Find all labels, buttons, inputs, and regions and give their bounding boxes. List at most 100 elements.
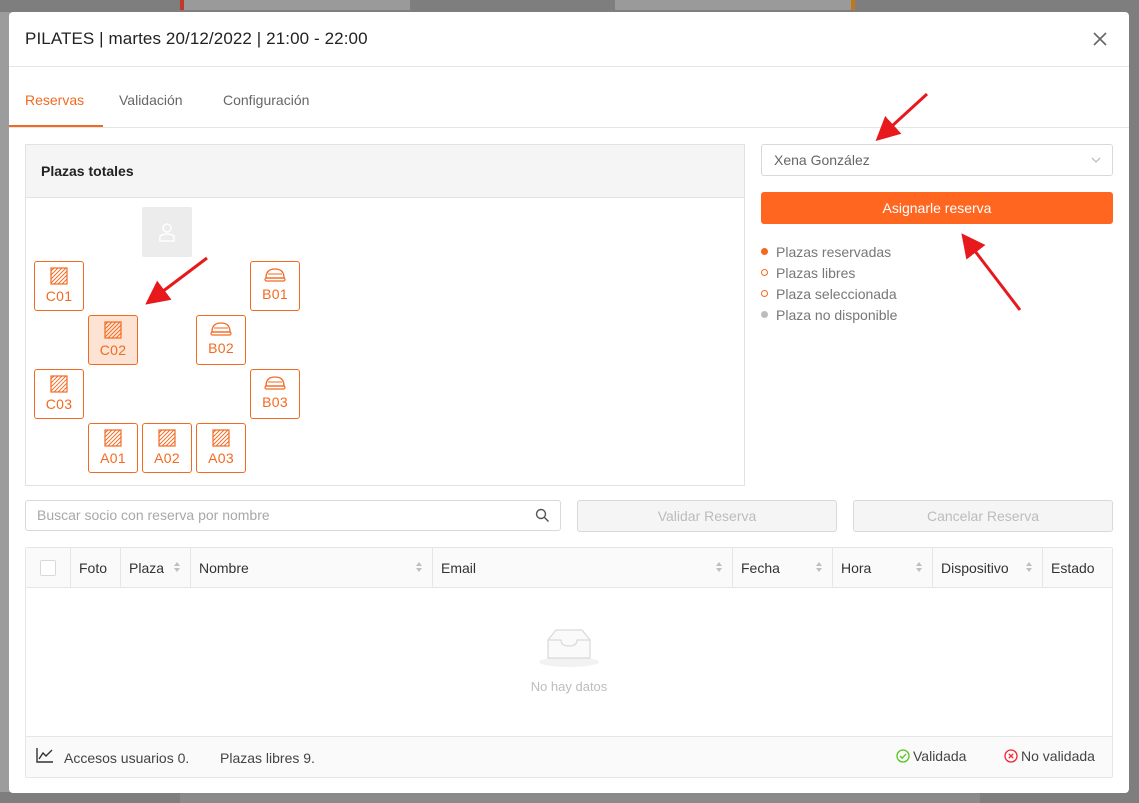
legend-label: Plaza seleccionada <box>776 285 897 302</box>
column-foto: Foto <box>71 548 121 588</box>
background-footer <box>180 793 980 803</box>
column-fecha[interactable]: Fecha <box>733 548 833 588</box>
legend-label: Plazas reservadas <box>776 243 892 260</box>
bosu-icon <box>264 376 286 390</box>
seat-c02[interactable]: C02 <box>88 315 138 365</box>
session-modal: PILATES | martes 20/12/2022 | 21:00 - 22… <box>9 12 1129 793</box>
seat-label: A01 <box>100 450 126 466</box>
legend-item-selected: Plaza seleccionada <box>761 283 897 304</box>
reservations-table: Foto Plaza Nombre Email Fecha Hora Dispo… <box>25 547 1113 778</box>
mat-icon <box>158 429 176 447</box>
sort-icon[interactable] <box>1025 561 1033 573</box>
sort-icon[interactable] <box>815 561 823 573</box>
column-label: Dispositivo <box>941 560 1009 576</box>
not-validated-label: No validada <box>1021 748 1095 764</box>
seat-map-panel: Plazas totales C01 C02 C03 B01 B02 B03 A… <box>25 144 745 486</box>
check-circle-icon <box>896 749 910 763</box>
seat-b03[interactable]: B03 <box>250 369 300 419</box>
close-button[interactable] <box>1089 28 1111 50</box>
seat-a02[interactable]: A02 <box>142 423 192 473</box>
close-icon <box>1093 32 1107 46</box>
seat-legend: Plazas reservadas Plazas libres Plaza se… <box>761 241 897 325</box>
column-label: Nombre <box>199 560 249 576</box>
seat-label: B01 <box>262 286 288 302</box>
tab-validacion[interactable]: Validación <box>119 92 183 108</box>
chart-icon <box>36 748 53 763</box>
legend-dot-icon <box>761 269 768 276</box>
column-nombre[interactable]: Nombre <box>191 548 433 588</box>
validated-legend: Validada <box>896 748 966 764</box>
search-icon[interactable] <box>535 508 550 523</box>
active-tab-indicator <box>9 125 103 127</box>
legend-item-free: Plazas libres <box>761 262 897 283</box>
seat-c01[interactable]: C01 <box>34 261 84 311</box>
column-label: Email <box>441 560 477 576</box>
tab-configuracion[interactable]: Configuración <box>223 92 309 108</box>
legend-dot-icon <box>761 311 768 318</box>
seat-label: B03 <box>262 394 288 410</box>
background-card <box>615 0 855 10</box>
select-all-cell <box>26 548 71 588</box>
seat-panel-title: Plazas totales <box>26 145 744 198</box>
seat-label: C01 <box>45 288 73 304</box>
bosu-icon <box>264 268 286 282</box>
legend-label: Plaza no disponible <box>776 306 898 323</box>
sort-icon[interactable] <box>173 561 181 573</box>
instructor-icon <box>159 223 175 242</box>
member-search-input[interactable] <box>37 507 517 523</box>
bosu-icon <box>210 322 232 336</box>
validated-label: Validada <box>913 748 967 764</box>
instructor-spot <box>142 207 192 257</box>
chevron-down-icon <box>1091 157 1101 163</box>
mat-icon <box>212 429 230 447</box>
sort-icon[interactable] <box>415 561 423 573</box>
column-label: Hora <box>841 560 872 576</box>
empty-text: No hay datos <box>530 679 608 694</box>
seat-label: B02 <box>208 340 234 356</box>
member-select-value: Xena González <box>774 152 870 168</box>
table-header: Foto Plaza Nombre Email Fecha Hora Dispo… <box>26 548 1112 588</box>
column-dispositivo[interactable]: Dispositivo <box>933 548 1043 588</box>
empty-inbox-icon <box>539 629 599 667</box>
legend-item-unavailable: Plaza no disponible <box>761 304 897 325</box>
tab-bar: Reservas Validación Configuración <box>9 68 1129 128</box>
legend-dot-icon <box>761 248 768 255</box>
seat-b02[interactable]: B02 <box>196 315 246 365</box>
sort-icon[interactable] <box>715 561 723 573</box>
mat-icon <box>104 321 122 339</box>
cancel-reservation-button[interactable]: Cancelar Reserva <box>853 500 1113 532</box>
empty-state: No hay datos <box>26 626 1112 694</box>
assign-reservation-button[interactable]: Asignarle reserva <box>761 192 1113 224</box>
x-circle-icon <box>1004 749 1018 763</box>
legend-dot-icon <box>761 290 768 297</box>
modal-title: PILATES | martes 20/12/2022 | 21:00 - 22… <box>25 29 368 48</box>
column-label: Estado <box>1051 560 1095 576</box>
background-card <box>180 0 410 10</box>
column-label: Foto <box>79 560 108 576</box>
legend-item-reserved: Plazas reservadas <box>761 241 897 262</box>
column-hora[interactable]: Hora <box>833 548 933 588</box>
seat-a01[interactable]: A01 <box>88 423 138 473</box>
seat-a03[interactable]: A03 <box>196 423 246 473</box>
select-all-checkbox[interactable] <box>40 560 56 576</box>
column-plaza[interactable]: Plaza <box>121 548 191 588</box>
column-estado: Estado <box>1043 548 1112 588</box>
column-label: Fecha <box>741 560 780 576</box>
column-email[interactable]: Email <box>433 548 733 588</box>
table-footer: Accesos usuarios 0. Plazas libres 9. Val… <box>26 736 1112 777</box>
modal-header: PILATES | martes 20/12/2022 | 21:00 - 22… <box>9 12 1129 67</box>
legend-label: Plazas libres <box>776 264 856 281</box>
seat-label: A03 <box>208 450 234 466</box>
member-select[interactable]: Xena González <box>761 144 1113 176</box>
seat-c03[interactable]: C03 <box>34 369 84 419</box>
access-count: Accesos usuarios 0. <box>64 750 190 766</box>
seat-label: A02 <box>154 450 180 466</box>
seat-label: C03 <box>45 396 73 412</box>
validate-reservation-button[interactable]: Validar Reserva <box>577 500 837 532</box>
seat-label: C02 <box>99 342 127 358</box>
tab-reservas[interactable]: Reservas <box>25 92 84 108</box>
free-seats-count: Plazas libres 9. <box>220 750 315 766</box>
mat-icon <box>104 429 122 447</box>
seat-b01[interactable]: B01 <box>250 261 300 311</box>
sort-icon[interactable] <box>915 561 923 573</box>
